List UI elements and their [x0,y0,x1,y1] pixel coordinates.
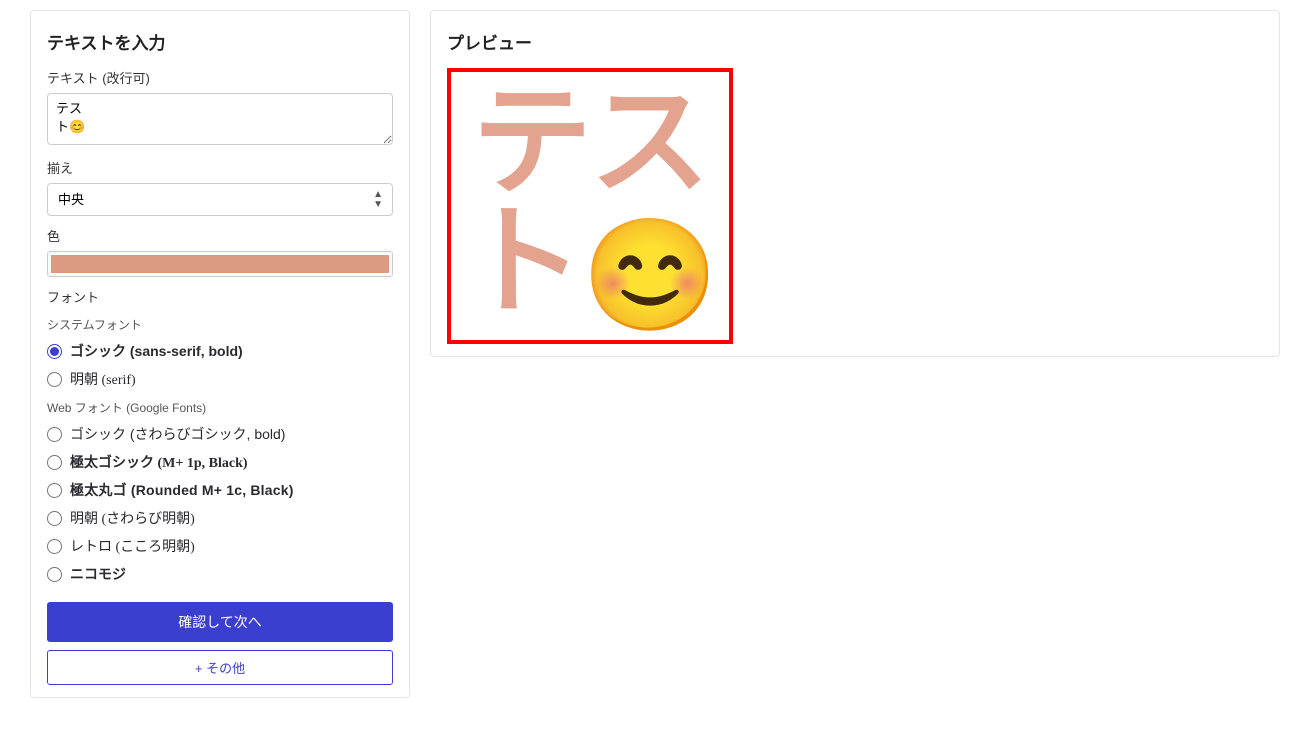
font-radio-rounded-black[interactable]: 極太丸ゴ (Rounded M+ 1c, Black) [47,480,393,500]
system-fonts-label: システムフォント [47,316,393,333]
preview-title: プレビュー [447,29,1263,54]
text-input[interactable] [47,93,393,145]
font-radio-gothic-bold[interactable]: ゴシック (sans-serif, bold) [47,341,393,361]
confirm-button[interactable]: 確認して次へ [47,602,393,642]
emoji-icon: 😊 [582,214,717,337]
radio-input[interactable] [47,427,62,442]
input-panel-title: テキストを入力 [47,29,393,54]
radio-input[interactable] [47,567,62,582]
preview-line-2: ト😊 [464,202,717,331]
font-radio-sawarabi-mincho[interactable]: 明朝 (さわらび明朝) [47,508,393,528]
more-button[interactable]: + その他 [47,650,393,685]
input-panel: テキストを入力 テキスト (改行可) 揃え 中央 ▲▼ 色 フォント システムフ… [30,10,410,698]
text-label: テキスト (改行可) [47,68,393,87]
radio-input[interactable] [47,511,62,526]
preview-panel: プレビュー テス ト😊 [430,10,1280,357]
radio-input[interactable] [47,455,62,470]
radio-input[interactable] [47,344,62,359]
align-label: 揃え [47,158,393,177]
radio-input[interactable] [47,483,62,498]
radio-input[interactable] [47,372,62,387]
font-radio-kokoro-mincho[interactable]: レトロ (こころ明朝) [47,536,393,556]
font-radio-sawarabi-gothic[interactable]: ゴシック (さわらびゴシック, bold) [47,424,393,444]
web-fonts-label: Web フォント (Google Fonts) [47,399,393,416]
color-swatch [51,255,389,273]
preview-box: テス ト😊 [447,68,733,344]
align-select[interactable]: 中央 [47,183,393,216]
color-label: 色 [47,226,393,245]
radio-input[interactable] [47,539,62,554]
color-picker[interactable] [47,251,393,277]
font-radio-mplus-black[interactable]: 極太ゴシック (M+ 1p, Black) [47,452,393,472]
font-radio-mincho-serif[interactable]: 明朝 (serif) [47,369,393,389]
font-radio-nicomoji[interactable]: ニコモジ [47,564,393,584]
font-label: フォント [47,287,393,306]
preview-line-1: テス [472,82,708,202]
